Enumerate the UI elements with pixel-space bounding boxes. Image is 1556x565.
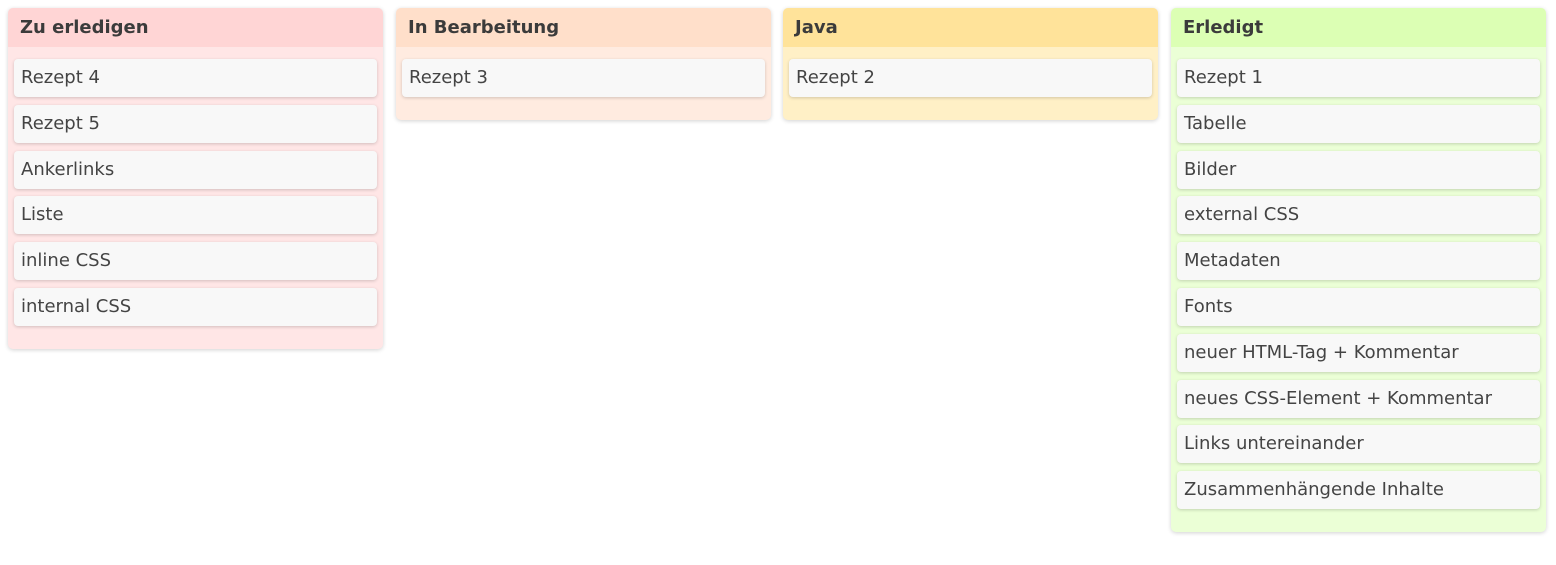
card[interactable]: Metadaten xyxy=(1177,242,1540,281)
card-list: Rezept 1 Tabelle Bilder external CSS Met… xyxy=(1171,47,1546,510)
card-list: Rezept 2 xyxy=(783,47,1158,97)
column-zu-erledigen: Zu erledigen Rezept 4 Rezept 5 Ankerlink… xyxy=(8,8,383,349)
card[interactable]: Links untereinander xyxy=(1177,425,1540,464)
card[interactable]: Bilder xyxy=(1177,150,1540,189)
column-java: Java Rezept 2 xyxy=(783,8,1158,120)
column-header[interactable]: Java xyxy=(783,8,1158,47)
card[interactable]: Liste xyxy=(14,196,377,235)
card[interactable]: Rezept 4 xyxy=(14,59,377,97)
kanban-board: Zu erledigen Rezept 4 Rezept 5 Ankerlink… xyxy=(0,0,1556,565)
card[interactable]: Rezept 5 xyxy=(14,104,377,143)
column-header[interactable]: Zu erledigen xyxy=(8,8,383,47)
card[interactable]: Rezept 2 xyxy=(789,59,1152,97)
card[interactable]: external CSS xyxy=(1177,196,1540,235)
card[interactable]: Zusammenhängende Inhalte xyxy=(1177,471,1540,510)
column-erledigt: Erledigt Rezept 1 Tabelle Bilder externa… xyxy=(1171,8,1546,533)
column-header[interactable]: Erledigt xyxy=(1171,8,1546,47)
card[interactable]: neues CSS-Element + Kommentar xyxy=(1177,379,1540,418)
card[interactable]: Rezept 1 xyxy=(1177,59,1540,97)
card[interactable]: Ankerlinks xyxy=(14,150,377,189)
card[interactable]: neuer HTML-Tag + Kommentar xyxy=(1177,333,1540,372)
card[interactable]: Fonts xyxy=(1177,287,1540,326)
card-list: Rezept 3 xyxy=(396,47,771,97)
column-in-bearbeitung: In Bearbeitung Rezept 3 xyxy=(396,8,771,120)
card-list: Rezept 4 Rezept 5 Ankerlinks Liste inlin… xyxy=(8,47,383,326)
card[interactable]: inline CSS xyxy=(14,242,377,281)
column-header[interactable]: In Bearbeitung xyxy=(396,8,771,47)
card[interactable]: internal CSS xyxy=(14,287,377,326)
card[interactable]: Rezept 3 xyxy=(402,59,765,97)
card[interactable]: Tabelle xyxy=(1177,104,1540,143)
